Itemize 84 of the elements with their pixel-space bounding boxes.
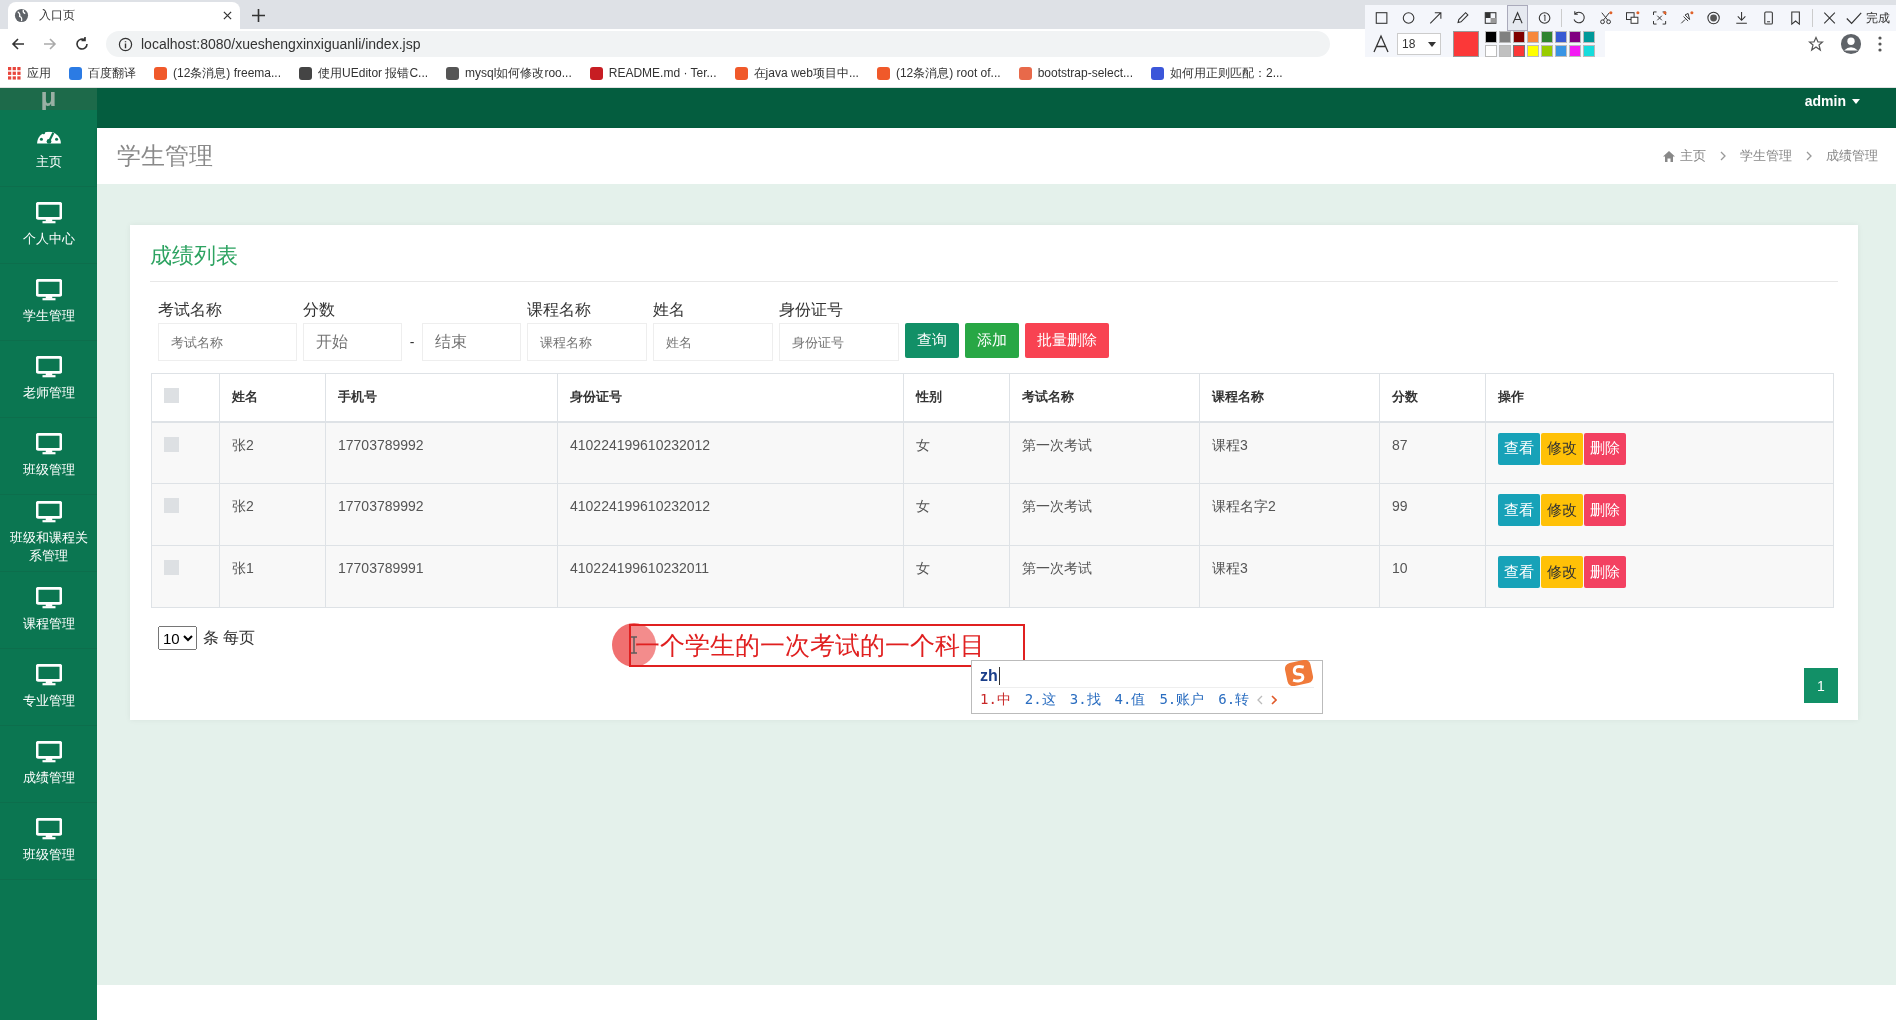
name-field[interactable]: 姓名 bbox=[653, 323, 773, 361]
table-cell: 10 bbox=[1379, 545, 1486, 608]
ime-candidate[interactable]: 2.这 bbox=[1024, 691, 1056, 709]
delete-button[interactable]: 删除 bbox=[1584, 432, 1626, 465]
table-cell: 张1 bbox=[219, 545, 326, 608]
column-header: 操作 bbox=[1485, 373, 1834, 422]
ime-candidate[interactable]: 4.值 bbox=[1114, 691, 1146, 709]
field-label: 姓名 bbox=[653, 300, 686, 320]
breadcrumb-link[interactable]: 成绩管理 bbox=[1826, 147, 1878, 165]
id-number-field[interactable]: 身份证号 bbox=[779, 323, 899, 361]
field-label: 课程名称 bbox=[527, 300, 592, 320]
column-header: 分数 bbox=[1379, 373, 1486, 422]
bookmark[interactable]: (12条消息) freema... bbox=[154, 64, 282, 82]
page-size-label: 条 每页 bbox=[203, 627, 256, 648]
delete-button[interactable]: 批量删除 bbox=[1025, 323, 1109, 358]
bookmark[interactable]: bootstrap-select... bbox=[1018, 66, 1133, 80]
bookmark[interactable]: (12条消息) root of... bbox=[876, 64, 1001, 82]
table-cell: 第一次考试 bbox=[1009, 483, 1200, 546]
bookmark[interactable]: 百度翻译 bbox=[69, 64, 136, 82]
score-from-field[interactable]: 开始 bbox=[303, 323, 402, 361]
delete-button[interactable]: 删除 bbox=[1584, 494, 1626, 526]
bookmark[interactable]: mysql如何修改roo... bbox=[446, 64, 572, 82]
edit-button[interactable]: 修改 bbox=[1541, 556, 1583, 588]
view-button[interactable]: 查看 bbox=[1498, 432, 1540, 465]
card-title: 成绩列表 bbox=[150, 241, 1838, 282]
column-header: 考试名称 bbox=[1009, 373, 1200, 422]
breadcrumb-link[interactable]: 学生管理 bbox=[1740, 147, 1792, 165]
table-cell: 课程3 bbox=[1199, 421, 1380, 484]
course-name-field[interactable]: 课程名称 bbox=[527, 323, 647, 361]
edit-button[interactable]: 修改 bbox=[1541, 494, 1583, 526]
column-header: 手机号 bbox=[325, 373, 558, 422]
table-cell: 410224199610232012 bbox=[557, 483, 904, 546]
address-field[interactable]: localhost:8080/xueshengxinxiguanli/index.jsp bbox=[106, 31, 1330, 57]
page-button[interactable]: 1 bbox=[1804, 668, 1838, 703]
breadcrumb-link[interactable]: 主页 bbox=[1680, 147, 1706, 165]
user-menu[interactable]: admin bbox=[1804, 93, 1860, 109]
table-cell: 99 bbox=[1379, 483, 1486, 546]
table-cell: 女 bbox=[903, 483, 1010, 546]
field-label: 身份证号 bbox=[779, 300, 844, 320]
done-button[interactable]: 完成 bbox=[1845, 9, 1890, 27]
page-title: 学生管理 bbox=[117, 141, 213, 171]
delete-button[interactable]: 删除 bbox=[1584, 556, 1626, 588]
search-button[interactable]: 查询 bbox=[905, 323, 959, 358]
table-cell: 410224199610232011 bbox=[557, 545, 904, 608]
edit-button[interactable]: 修改 bbox=[1541, 432, 1583, 465]
table-cell: 课程3 bbox=[1199, 545, 1380, 608]
bookmark[interactable]: 使用UEditor 报错C... bbox=[299, 64, 429, 82]
field-label: 考试名称 bbox=[158, 300, 223, 320]
tab-title: 入口页 bbox=[39, 7, 76, 24]
table-cell: 第一次考试 bbox=[1009, 545, 1200, 608]
table-cell: 17703789992 bbox=[325, 421, 558, 484]
browser-tab[interactable]: 入口页 bbox=[8, 2, 240, 29]
table-cell: 张2 bbox=[219, 483, 326, 546]
bookmark[interactable]: 如何用正则匹配：2... bbox=[1151, 64, 1283, 82]
table-cell: 410224199610232012 bbox=[557, 421, 904, 484]
font-size-select[interactable]: 18 bbox=[1397, 33, 1441, 55]
column-header: 身份证号 bbox=[557, 373, 904, 422]
column-header: 姓名 bbox=[219, 373, 326, 422]
ime-candidate[interactable]: 3.找 bbox=[1069, 691, 1101, 709]
table-cell: 女 bbox=[903, 421, 1010, 484]
bookmark[interactable]: README.md · Ter... bbox=[589, 66, 717, 80]
field-label: 分数 bbox=[303, 300, 336, 320]
table-cell: 张2 bbox=[219, 421, 326, 484]
table-cell: 女 bbox=[903, 545, 1010, 608]
table-cell: 17703789992 bbox=[325, 483, 558, 546]
table-cell: 87 bbox=[1379, 421, 1486, 484]
view-button[interactable]: 查看 bbox=[1498, 556, 1540, 588]
page-size-select[interactable]: 10 bbox=[158, 626, 197, 650]
url-text: localhost:8080/xueshengxinxiguanli/index.jsp bbox=[141, 36, 422, 52]
column-header: 性别 bbox=[903, 373, 1010, 422]
exam-name-field[interactable]: 考试名称 bbox=[158, 323, 297, 361]
ime-candidate[interactable]: 5.账户 bbox=[1159, 691, 1205, 709]
add-button[interactable]: 添加 bbox=[965, 323, 1019, 358]
table-cell: 第一次考试 bbox=[1009, 421, 1200, 484]
ime-candidate[interactable]: 6.转 bbox=[1218, 691, 1250, 709]
bookmark[interactable]: 在java web项目中... bbox=[734, 64, 859, 82]
score-to-field[interactable]: 结束 bbox=[422, 323, 521, 361]
range-separator: - bbox=[408, 334, 416, 350]
table-cell: 课程名字2 bbox=[1199, 483, 1380, 546]
view-button[interactable]: 查看 bbox=[1498, 494, 1540, 526]
column-header: 课程名称 bbox=[1199, 373, 1380, 422]
ime-candidate[interactable]: 1.中 bbox=[980, 691, 1011, 709]
table-cell: 17703789991 bbox=[325, 545, 558, 608]
bookmark[interactable]: 应用 bbox=[8, 64, 51, 82]
